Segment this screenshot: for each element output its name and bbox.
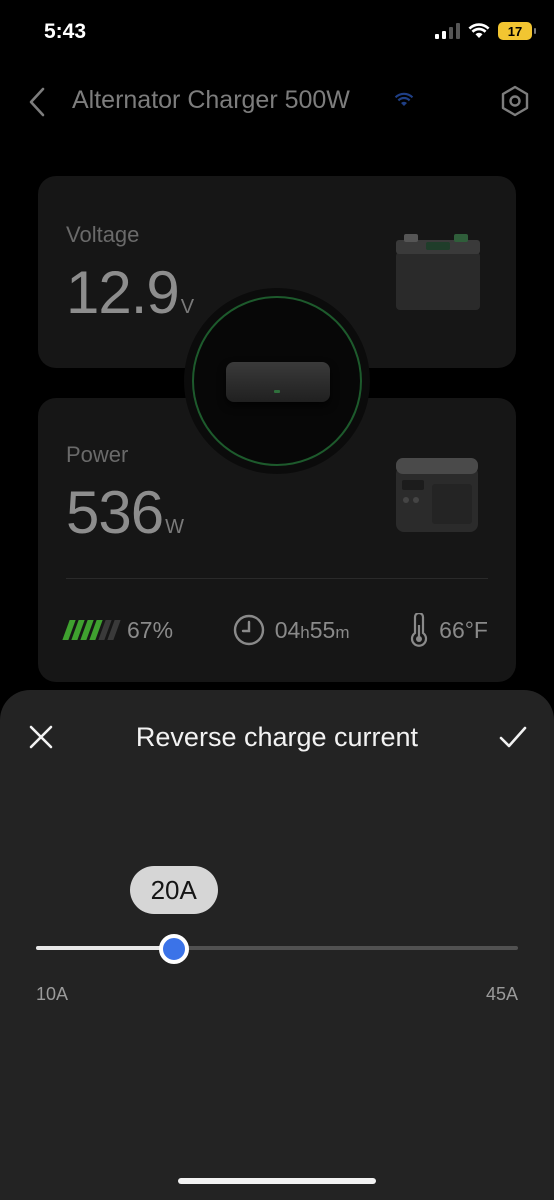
time-minutes: 55 [309, 616, 336, 643]
thermometer-icon [411, 613, 428, 647]
temperature-value: 66°F [439, 616, 488, 643]
battery-status-level: 17 [507, 23, 523, 39]
stats-row: 67% 04h55m 66°F [62, 610, 488, 650]
car-battery-image [396, 234, 480, 310]
current-slider[interactable] [36, 934, 518, 964]
slider-value-bubble: 20A [129, 866, 218, 914]
voltage-value-row: 12.9 V [66, 258, 194, 327]
back-button[interactable] [22, 82, 52, 122]
cellular-signal-icon [435, 23, 460, 39]
power-label: Power [66, 442, 129, 467]
voltage-value: 12.9 [66, 259, 180, 326]
alternator-charger-device [192, 296, 362, 466]
battery-status-icon: 17 [498, 22, 536, 40]
status-time: 5:43 [44, 20, 87, 43]
battery-percent: 67% [127, 616, 174, 643]
time-hours: 04 [274, 616, 301, 643]
checkmark-icon [499, 726, 527, 748]
slider-fill [36, 946, 174, 950]
time-remaining: 04h55m [275, 617, 350, 644]
battery-stat: 67% [62, 616, 174, 644]
slider-min-label: 10A [36, 984, 69, 1004]
time-m-unit: m [335, 622, 350, 642]
power-unit: W [165, 516, 184, 538]
battery-level-icon [62, 620, 121, 640]
time-h-unit: h [300, 622, 310, 642]
slider-thumb[interactable] [158, 934, 189, 964]
home-indicator [178, 1178, 376, 1184]
app-screen: 5:43 17 Alternator Charger 500W Voltage [0, 0, 554, 1200]
voltage-label: Voltage [66, 222, 140, 247]
slider-max-label: 45A [485, 984, 518, 1004]
card-divider [66, 578, 488, 579]
page-title: Alternator Charger 500W [72, 86, 350, 114]
power-station-image [396, 458, 478, 532]
wifi-status-icon [468, 23, 490, 38]
hexagon-gear-icon [501, 85, 529, 117]
power-value: 536 [66, 479, 164, 546]
charger-device-image [226, 362, 330, 402]
power-value-row: 536 W [66, 478, 184, 547]
voltage-unit: V [180, 296, 194, 318]
chevron-left-icon [29, 87, 45, 117]
sheet-title: Reverse charge current [135, 722, 419, 752]
confirm-button[interactable] [496, 720, 530, 754]
clock-icon [233, 614, 264, 646]
wifi-icon [394, 92, 414, 106]
settings-button[interactable] [498, 84, 532, 118]
temperature-stat: 66°F [409, 613, 488, 647]
status-icons: 17 [435, 22, 536, 40]
reverse-charge-sheet: Reverse charge current 20A 10A 45A [0, 690, 554, 1200]
time-remaining-stat: 04h55m [233, 614, 350, 646]
